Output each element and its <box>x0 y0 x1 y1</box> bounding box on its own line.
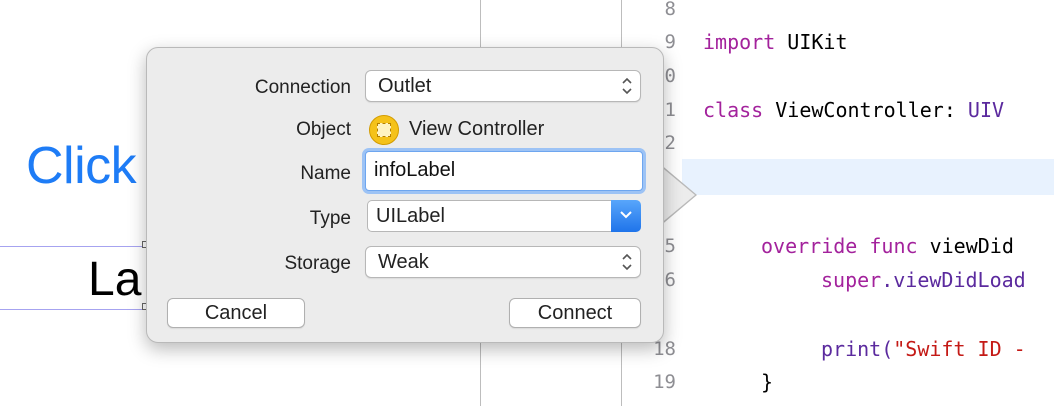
insertion-highlight <box>682 159 1054 195</box>
code-keyword: super <box>821 268 882 292</box>
code-method: .viewDidLoad <box>881 268 1026 292</box>
code-line-import[interactable]: import UIKit <box>703 30 848 54</box>
name-input[interactable] <box>374 157 624 183</box>
storage-value: Weak <box>378 251 429 273</box>
name-field[interactable] <box>365 151 643 191</box>
connection-value: Outlet <box>378 75 432 97</box>
code-line-print[interactable]: print("Swift ID - <box>821 337 1026 361</box>
code-keyword: import <box>703 30 776 54</box>
canvas-label-text[interactable]: La <box>88 256 141 304</box>
connection-popover: Connection Outlet Object View Controller… <box>146 47 664 343</box>
type-value: UILabel <box>376 205 445 227</box>
stepper-icon <box>622 253 632 271</box>
code-function: print( <box>821 337 894 361</box>
type-label: Type <box>309 208 351 229</box>
code-text: viewDid <box>917 234 1014 258</box>
object-value: View Controller <box>409 118 545 140</box>
storage-label: Storage <box>284 253 351 274</box>
connection-label: Connection <box>254 77 351 98</box>
connection-popup[interactable]: Outlet <box>365 70 641 102</box>
type-combobox-field[interactable]: UILabel <box>367 200 612 232</box>
connect-button[interactable]: Connect <box>509 298 641 328</box>
code-type: UIV <box>967 98 1005 122</box>
code-line-class[interactable]: class ViewController: UIV <box>703 98 1004 122</box>
code-text: UIKit <box>775 30 848 54</box>
code-text: ViewController: <box>763 98 968 122</box>
object-label: Object <box>296 119 351 140</box>
type-dropdown-button[interactable] <box>611 200 641 232</box>
type-combobox[interactable]: UILabel <box>367 200 643 232</box>
cancel-button[interactable]: Cancel <box>167 298 305 328</box>
popover-arrow-fill <box>659 165 695 225</box>
line-number: 19 <box>653 371 676 393</box>
line-number: 8 <box>664 0 676 20</box>
code-line-super[interactable]: super.viewDidLoad <box>821 268 1026 292</box>
stepper-icon <box>622 77 632 95</box>
name-label: Name <box>300 163 351 184</box>
code-line-brace[interactable]: } <box>761 370 773 394</box>
code-string: "Swift ID - <box>893 337 1026 361</box>
code-line-override[interactable]: override func viewDid <box>761 234 1014 258</box>
code-keyword: override func <box>761 234 918 258</box>
view-controller-icon <box>369 115 399 145</box>
canvas-button-title[interactable]: Click <box>26 140 137 192</box>
storage-popup[interactable]: Weak <box>365 246 641 278</box>
chevron-down-icon <box>620 211 632 219</box>
code-keyword: class <box>703 98 764 122</box>
